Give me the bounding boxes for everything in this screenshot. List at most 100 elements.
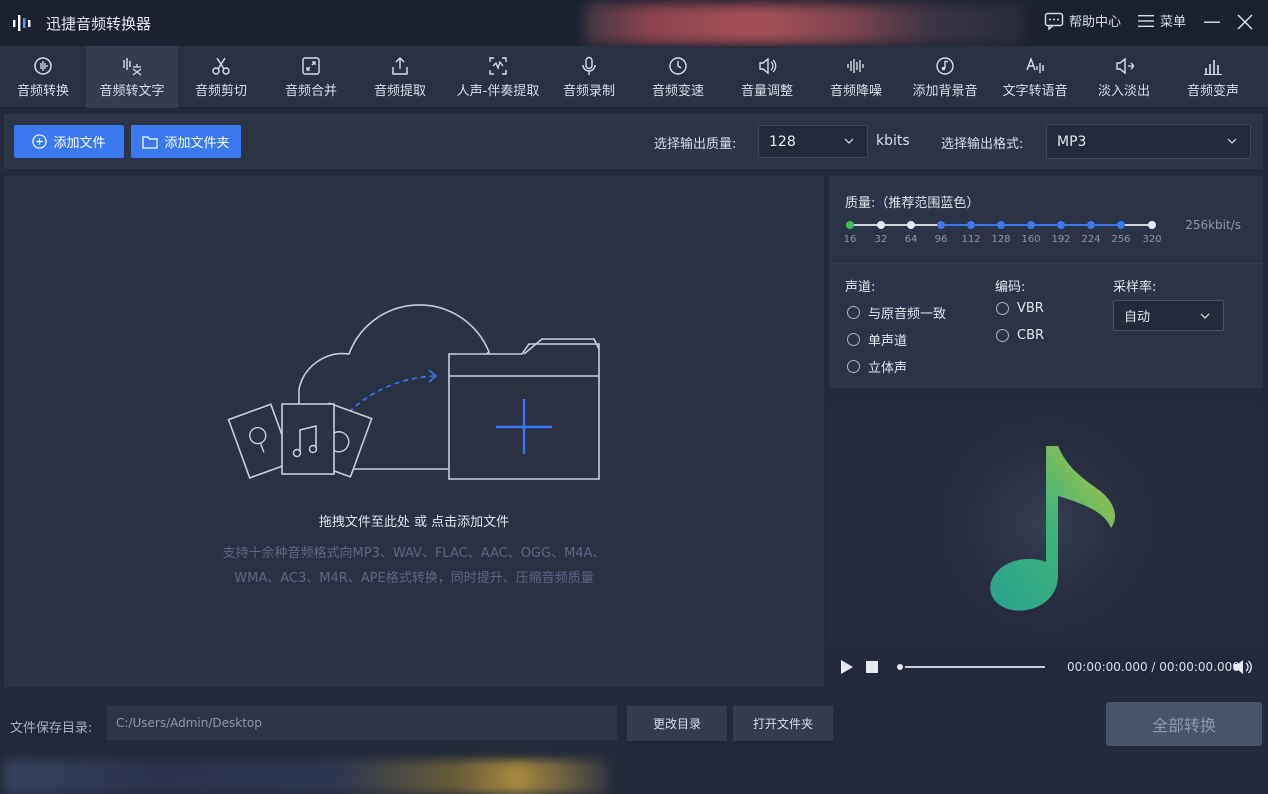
channel-radio-original[interactable]: 与原音频一致 — [847, 303, 946, 322]
tab-speech-to-text[interactable]: 音频转文字 — [86, 46, 178, 108]
tab-voice-change[interactable]: 音频变声 — [1170, 46, 1256, 108]
divider — [829, 263, 1263, 264]
progress-track[interactable] — [899, 666, 1045, 668]
tab-audio-record[interactable]: 音频录制 — [554, 46, 624, 108]
tab-label: 音频降噪 — [829, 83, 882, 99]
quality-title: 质量:（推荐范围蓝色） — [845, 196, 980, 211]
format-select-label: 选择输出格式: — [941, 137, 1024, 152]
encoding-title: 编码: — [995, 280, 1026, 295]
radio-circle-icon — [847, 333, 860, 346]
stop-icon[interactable] — [866, 661, 878, 673]
slider-dot[interactable] — [997, 221, 1005, 229]
channel-radio-mono[interactable]: 单声道 — [847, 330, 907, 349]
sample-rate-select[interactable]: 自动 — [1113, 300, 1224, 331]
tab-audio-speed[interactable]: 音频变速 — [636, 46, 720, 108]
quality-select[interactable]: 128 — [758, 125, 868, 158]
app-title: 迅捷音频转换器 — [46, 15, 152, 33]
sample-rate-title: 采样率: — [1113, 280, 1157, 295]
file-drop-area[interactable]: 拖拽文件至此处 或 点击添加文件 支持十余种音频格式向MP3、WAV、FLAC、… — [4, 176, 824, 687]
player-screen — [829, 406, 1263, 646]
play-icon[interactable] — [840, 659, 854, 675]
close-icon[interactable] — [1235, 12, 1255, 32]
tab-label: 音频提取 — [373, 83, 426, 99]
blurred-banner — [585, 4, 1025, 44]
slider-dot[interactable] — [1117, 221, 1125, 229]
tab-label: 音频转换 — [16, 83, 69, 99]
progress-handle[interactable] — [895, 662, 905, 672]
hamburger-icon — [1138, 14, 1154, 27]
channel-title: 声道: — [845, 280, 876, 295]
tab-background-music[interactable]: 添加背景音 — [902, 46, 988, 108]
speech-to-text-icon — [123, 57, 142, 76]
tab-fade[interactable]: 淡入淡出 — [1082, 46, 1166, 108]
audio-player: 00:00:00.000 / 00:00:00.000 — [829, 393, 1263, 687]
drop-formats-line2: WMA、AC3、M4R、APE格式转换，同时提升、压缩音频质量 — [234, 571, 594, 586]
tab-audio-extract[interactable]: 音频提取 — [358, 46, 442, 108]
slider-dot[interactable] — [846, 221, 854, 229]
radio-circle-icon — [996, 329, 1009, 342]
convert-all-label: 全部转换 — [1151, 716, 1216, 735]
tab-audio-cut[interactable]: 音频剪切 — [178, 46, 264, 108]
quality-select-label: 选择输出质量: — [654, 137, 737, 152]
menu-button[interactable]: 菜单 — [1138, 11, 1186, 30]
quality-tick: 112 — [961, 234, 981, 245]
save-dir-field[interactable]: C:/Users/Admin/Desktop — [107, 706, 617, 740]
slider-dot[interactable] — [937, 221, 945, 229]
add-folder-button[interactable]: 添加文件夹 — [131, 125, 241, 158]
tab-text-to-speech[interactable]: 文字转语音 — [992, 46, 1078, 108]
slider-dot[interactable] — [877, 221, 885, 229]
change-dir-label: 更改目录 — [652, 717, 701, 731]
tab-audio-merge[interactable]: 音频合并 — [264, 46, 358, 108]
audio-convert-icon — [34, 56, 52, 75]
quality-tick: 224 — [1081, 234, 1101, 245]
player-controls: 00:00:00.000 / 00:00:00.000 — [829, 646, 1263, 687]
drop-illustration-icon — [227, 304, 600, 480]
volume-icon[interactable] — [1233, 658, 1253, 676]
encoding-radio-cbr[interactable]: CBR — [996, 328, 1044, 343]
plus-circle-icon — [32, 134, 48, 149]
channel-radio-stereo[interactable]: 立体声 — [847, 357, 907, 376]
format-select[interactable]: MP3 — [1046, 124, 1251, 159]
convert-all-button[interactable]: 全部转换 — [1106, 702, 1262, 746]
radio-label: VBR — [1017, 301, 1044, 316]
slider-dot[interactable] — [1087, 221, 1095, 229]
slider-dot[interactable] — [907, 221, 915, 229]
tab-label: 音频录制 — [562, 83, 615, 99]
tab-audio-convert[interactable]: 音频转换 — [0, 46, 86, 108]
quality-tick: 32 — [874, 234, 888, 245]
help-center-button[interactable]: 帮助中心 — [1044, 11, 1121, 30]
slider-dot[interactable] — [1148, 221, 1156, 229]
slider-dot[interactable] — [967, 221, 975, 229]
quality-tick: 16 — [843, 234, 857, 245]
quality-tick: 128 — [991, 234, 1011, 245]
radio-label: 与原音频一致 — [868, 307, 947, 322]
settings-panel: 质量:（推荐范围蓝色） 16 32 64 96 112 128 160 192 … — [829, 176, 1263, 388]
encoding-radio-vbr[interactable]: VBR — [996, 301, 1044, 316]
radio-label: CBR — [1017, 328, 1045, 343]
menu-label: 菜单 — [1160, 15, 1187, 30]
speed-icon — [669, 56, 687, 75]
tab-vocal-separate[interactable]: 人声-伴奏提取 — [442, 46, 554, 108]
open-folder-label: 打开文件夹 — [752, 717, 813, 731]
change-dir-button[interactable]: 更改目录 — [627, 706, 727, 741]
tab-volume-adjust[interactable]: 音量调整 — [724, 46, 810, 108]
tab-denoise[interactable]: 音频降噪 — [814, 46, 898, 108]
scissors-icon — [212, 57, 230, 75]
merge-icon — [302, 56, 320, 75]
quality-tick: 64 — [904, 234, 918, 245]
chevron-down-icon — [1200, 313, 1210, 319]
bottom-bar: 文件保存目录: C:/Users/Admin/Desktop 更改目录 打开文件… — [0, 690, 1268, 794]
playback-time: 00:00:00.000 / 00:00:00.000 — [1067, 660, 1240, 674]
quality-unit: kbits — [876, 133, 910, 149]
blurred-ad-banner — [4, 760, 608, 794]
radio-circle-icon — [847, 360, 860, 373]
minimize-icon[interactable] — [1202, 12, 1222, 32]
slider-dot[interactable] — [1027, 221, 1035, 229]
sample-rate-value: 自动 — [1124, 310, 1151, 325]
quality-tick: 160 — [1021, 234, 1041, 245]
add-file-button[interactable]: 添加文件 — [14, 125, 124, 158]
slider-dot[interactable] — [1057, 221, 1065, 229]
chevron-down-icon — [844, 138, 854, 144]
microphone-icon — [582, 56, 596, 75]
open-folder-button[interactable]: 打开文件夹 — [733, 706, 833, 741]
